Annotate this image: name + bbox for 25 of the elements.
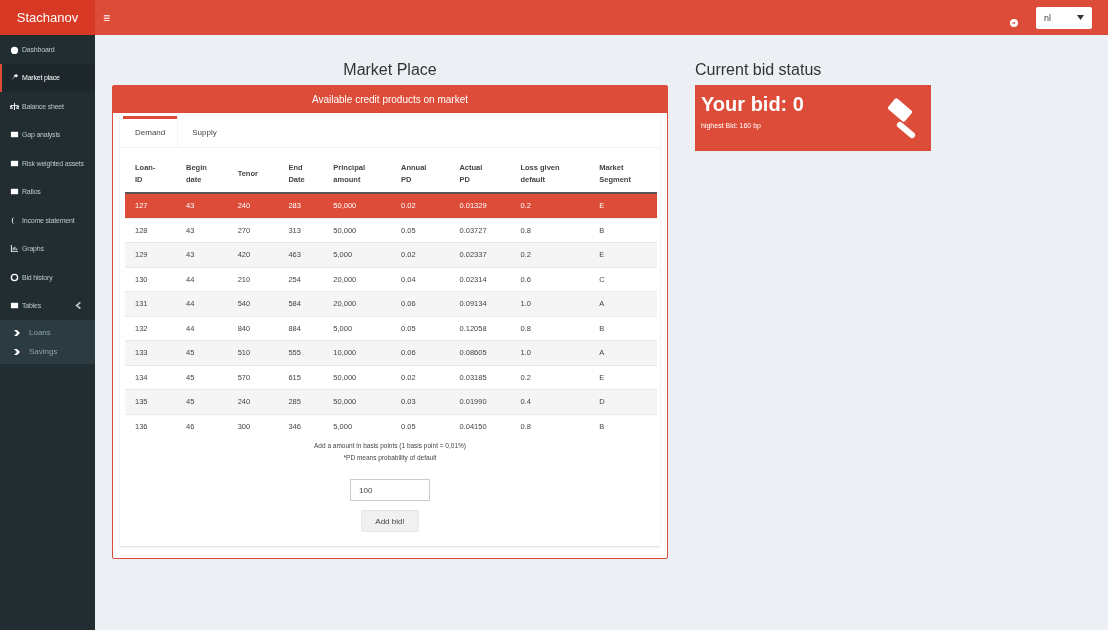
menu-icon (10, 301, 19, 311)
bid-input[interactable]: 100 (350, 479, 430, 501)
menu-icon (10, 101, 19, 111)
tab[interactable]: Supply (180, 116, 229, 147)
page-title: Market Place (342, 61, 438, 79)
menu-icon (10, 187, 19, 197)
menu-icon (10, 44, 19, 54)
menu-toggle[interactable]: ≡ (103, 10, 110, 25)
add-bid-button[interactable]: Add bid! (361, 510, 419, 532)
chevron-icon (14, 329, 20, 336)
chevron-icon (14, 348, 20, 355)
sidebar-subitem[interactable]: Savings (0, 342, 95, 361)
app-logo[interactable]: Stachanov (0, 0, 95, 35)
panel-header: Available credit products on market (113, 86, 667, 113)
menu-icon (10, 244, 19, 254)
section-title: Current bid status (695, 61, 823, 79)
caret-icon (1077, 15, 1084, 20)
tab[interactable]: Demand (123, 116, 178, 147)
sidebar-subitem[interactable]: Loans (0, 323, 95, 342)
menu-icon (10, 272, 19, 282)
menu-icon (10, 158, 19, 168)
logout-icon[interactable] (1010, 18, 1018, 27)
menu-icon (10, 130, 19, 140)
language-select[interactable]: nl (1036, 6, 1092, 29)
bid-value: Your bid: 0 (701, 93, 804, 116)
